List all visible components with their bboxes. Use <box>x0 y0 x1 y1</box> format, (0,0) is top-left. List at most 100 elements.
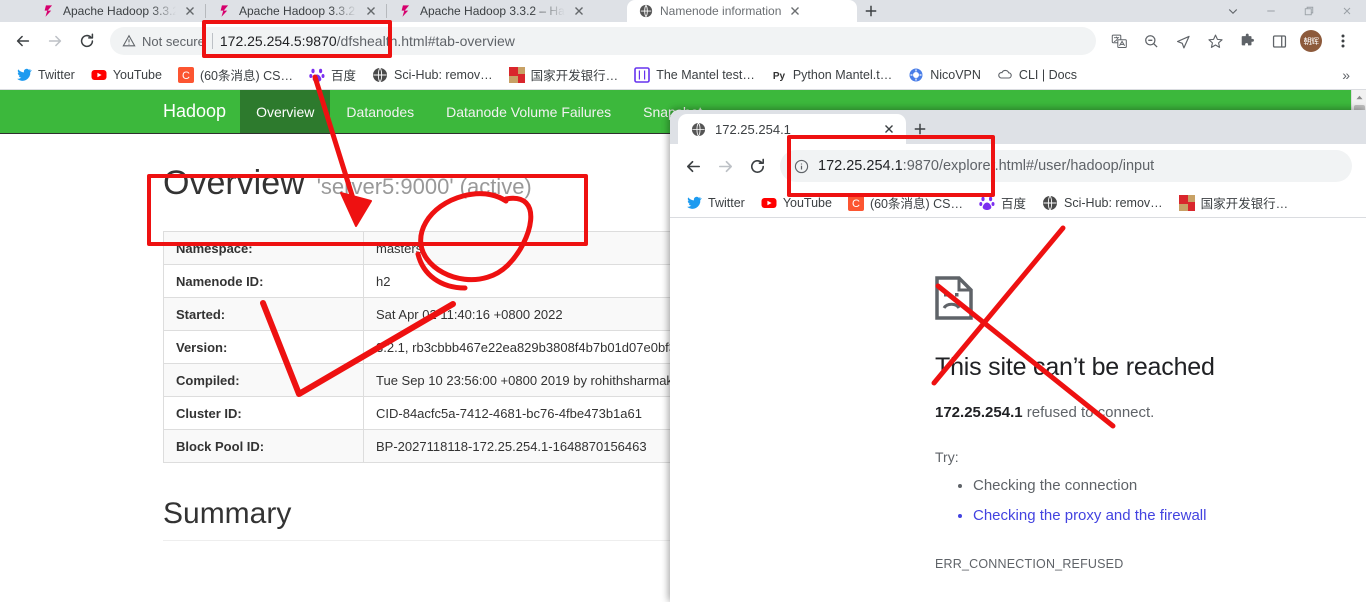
close-icon[interactable] <box>788 4 802 18</box>
bookmark-youtube[interactable]: YouTube <box>83 64 170 86</box>
info-circle-icon[interactable] <box>794 159 809 174</box>
python-icon: Py <box>773 71 786 82</box>
popup-browser-tab[interactable]: 172.25.254.1 <box>678 114 906 144</box>
browser-tab-4-active[interactable]: Namenode information <box>627 0 857 22</box>
popup-new-tab-button[interactable] <box>906 114 934 144</box>
baidu-icon <box>979 196 995 210</box>
popup-back-button[interactable] <box>678 151 708 181</box>
reload-button[interactable] <box>72 26 102 56</box>
bookmark-label: (60条消息) CS… <box>199 69 294 83</box>
chevron-down-icon <box>1228 9 1238 15</box>
tab-search-button[interactable] <box>1214 0 1252 22</box>
cdb-icon <box>1178 194 1195 211</box>
nav-item-datanode-volume-failures[interactable]: Datanode Volume Failures <box>430 90 627 133</box>
nav-item-overview[interactable]: Overview <box>240 90 331 133</box>
translate-button[interactable] <box>1104 26 1134 56</box>
bookmark-label: CLI | Docs <box>1018 67 1078 82</box>
bookmark-scihub[interactable]: Sci-Hub: remov… <box>1034 192 1171 214</box>
chrome-menu-button[interactable] <box>1328 26 1358 56</box>
popup-tab-strip: 172.25.254.1 <box>670 110 1366 144</box>
popup-address-bar-url: 172.25.254.1:9870/explorer.html#/user/ha… <box>818 158 1154 174</box>
minimize-icon <box>1267 10 1275 12</box>
profile-button[interactable]: 朝辉 <box>1296 26 1326 56</box>
close-icon[interactable] <box>183 4 197 18</box>
bookmark-csdn[interactable]: C (60条消息) CS… <box>840 190 971 215</box>
zoom-button[interactable] <box>1136 26 1166 56</box>
plus-icon <box>914 123 926 135</box>
browser-tab-1-title: Apache Hadoop 3.3.2 – Ha <box>63 4 176 18</box>
page-title-subtitle: 'server5:9000' (active) <box>316 174 532 199</box>
close-icon[interactable] <box>882 122 896 136</box>
bookmark-baidu[interactable]: 百度 <box>301 62 364 87</box>
bookmark-scihub[interactable]: Sci-Hub: remov… <box>364 64 501 86</box>
reload-icon <box>80 33 94 48</box>
suggestion-check-proxy-firewall[interactable]: Checking the proxy and the firewall <box>973 505 1366 527</box>
row-key: Compiled: <box>163 363 364 397</box>
bookmark-twitter[interactable]: Twitter <box>678 192 753 214</box>
bookmark-star-button[interactable] <box>1200 26 1230 56</box>
globe-favicon <box>691 122 706 136</box>
url-host: 172.25.254.5:9870 <box>219 33 337 49</box>
twitter-icon <box>687 196 702 209</box>
bookmark-python-mantel[interactable]: Py Python Mantel.t… <box>763 64 900 86</box>
bookmark-csdn[interactable]: C (60条消息) CS… <box>170 62 301 87</box>
error-try-label: Try: <box>935 449 959 465</box>
bookmark-label: Twitter <box>38 67 75 82</box>
extensions-icon <box>1241 33 1254 45</box>
bookmark-cdb[interactable]: 国家开发银行… <box>1171 190 1297 215</box>
send-to-devices-button[interactable] <box>1168 26 1198 56</box>
bookmark-mantel-test[interactable]: The Mantel test… <box>626 64 763 86</box>
youtube-icon <box>91 69 107 80</box>
bookmark-baidu[interactable]: 百度 <box>971 190 1034 215</box>
side-panel-button[interactable] <box>1264 26 1294 56</box>
close-icon[interactable] <box>572 4 586 18</box>
forward-button[interactable] <box>40 26 70 56</box>
error-host: 172.25.254.1 <box>935 404 1023 421</box>
bookmark-cli-docs[interactable]: CLI | Docs <box>989 64 1085 86</box>
bookmark-youtube[interactable]: YouTube <box>753 192 840 214</box>
bookmark-twitter[interactable]: Twitter <box>8 64 83 86</box>
browser-tab-1[interactable]: Apache Hadoop 3.3.2 – Ha <box>30 0 205 22</box>
bookmark-label: The Mantel test… <box>656 67 755 82</box>
send-icon <box>1176 35 1190 48</box>
bookmark-label: 百度 <box>331 69 357 83</box>
bookmark-label: 百度 <box>1001 197 1027 211</box>
address-bar[interactable]: Not secure 172.25.254.5:9870/dfshealth.h… <box>110 27 1096 55</box>
popup-address-bar[interactable]: 172.25.254.1:9870/explorer.html#/user/ha… <box>780 150 1352 182</box>
bookmark-label: NicoVPN <box>930 67 981 82</box>
nav-item-datanodes[interactable]: Datanodes <box>330 90 430 133</box>
close-icon[interactable] <box>364 4 378 18</box>
bookmark-label: Sci-Hub: remov… <box>394 67 493 82</box>
row-key: Block Pool ID: <box>163 429 364 463</box>
new-tab-button[interactable] <box>857 0 885 22</box>
mantel-icon <box>634 66 650 83</box>
bookmark-label: YouTube <box>782 195 832 210</box>
warning-triangle-icon <box>122 34 136 47</box>
hadoop-brand[interactable]: Hadoop <box>163 90 240 133</box>
baidu-icon <box>309 68 325 82</box>
extensions-button[interactable] <box>1232 26 1262 56</box>
security-indicator[interactable]: Not secure <box>122 34 205 49</box>
forward-arrow-icon <box>48 35 62 47</box>
scroll-up-arrow[interactable] <box>1352 90 1366 105</box>
close-icon <box>1343 7 1351 15</box>
close-window-button[interactable] <box>1328 0 1366 22</box>
popup-tab-title: 172.25.254.1 <box>715 121 791 137</box>
popup-forward-button[interactable] <box>710 151 740 181</box>
row-key: Version: <box>163 330 364 364</box>
row-key: Namespace: <box>163 231 364 265</box>
back-button[interactable] <box>8 26 38 56</box>
scihub-icon <box>1043 195 1058 210</box>
browser-tab-2[interactable]: Apache Hadoop 3.3.2 – Ha <box>206 0 386 22</box>
maximize-button[interactable] <box>1290 0 1328 22</box>
screen: Apache Hadoop 3.3.2 – Ha Apache Hadoop 3… <box>0 0 1366 602</box>
bookmark-nicovpn[interactable]: NicoVPN <box>900 64 989 86</box>
bookmark-cdb[interactable]: 国家开发银行… <box>501 62 627 87</box>
minimize-button[interactable] <box>1252 0 1290 22</box>
url-path: /dfshealth.html#tab-overview <box>336 33 515 49</box>
window-controls <box>1214 0 1366 22</box>
browser-tab-3[interactable]: Apache Hadoop 3.3.2 – Ha <box>387 0 627 22</box>
popup-reload-button[interactable] <box>742 151 772 181</box>
bookmark-label: 国家开发银行… <box>530 69 619 83</box>
bookmarks-overflow-button[interactable]: » <box>1334 67 1358 83</box>
